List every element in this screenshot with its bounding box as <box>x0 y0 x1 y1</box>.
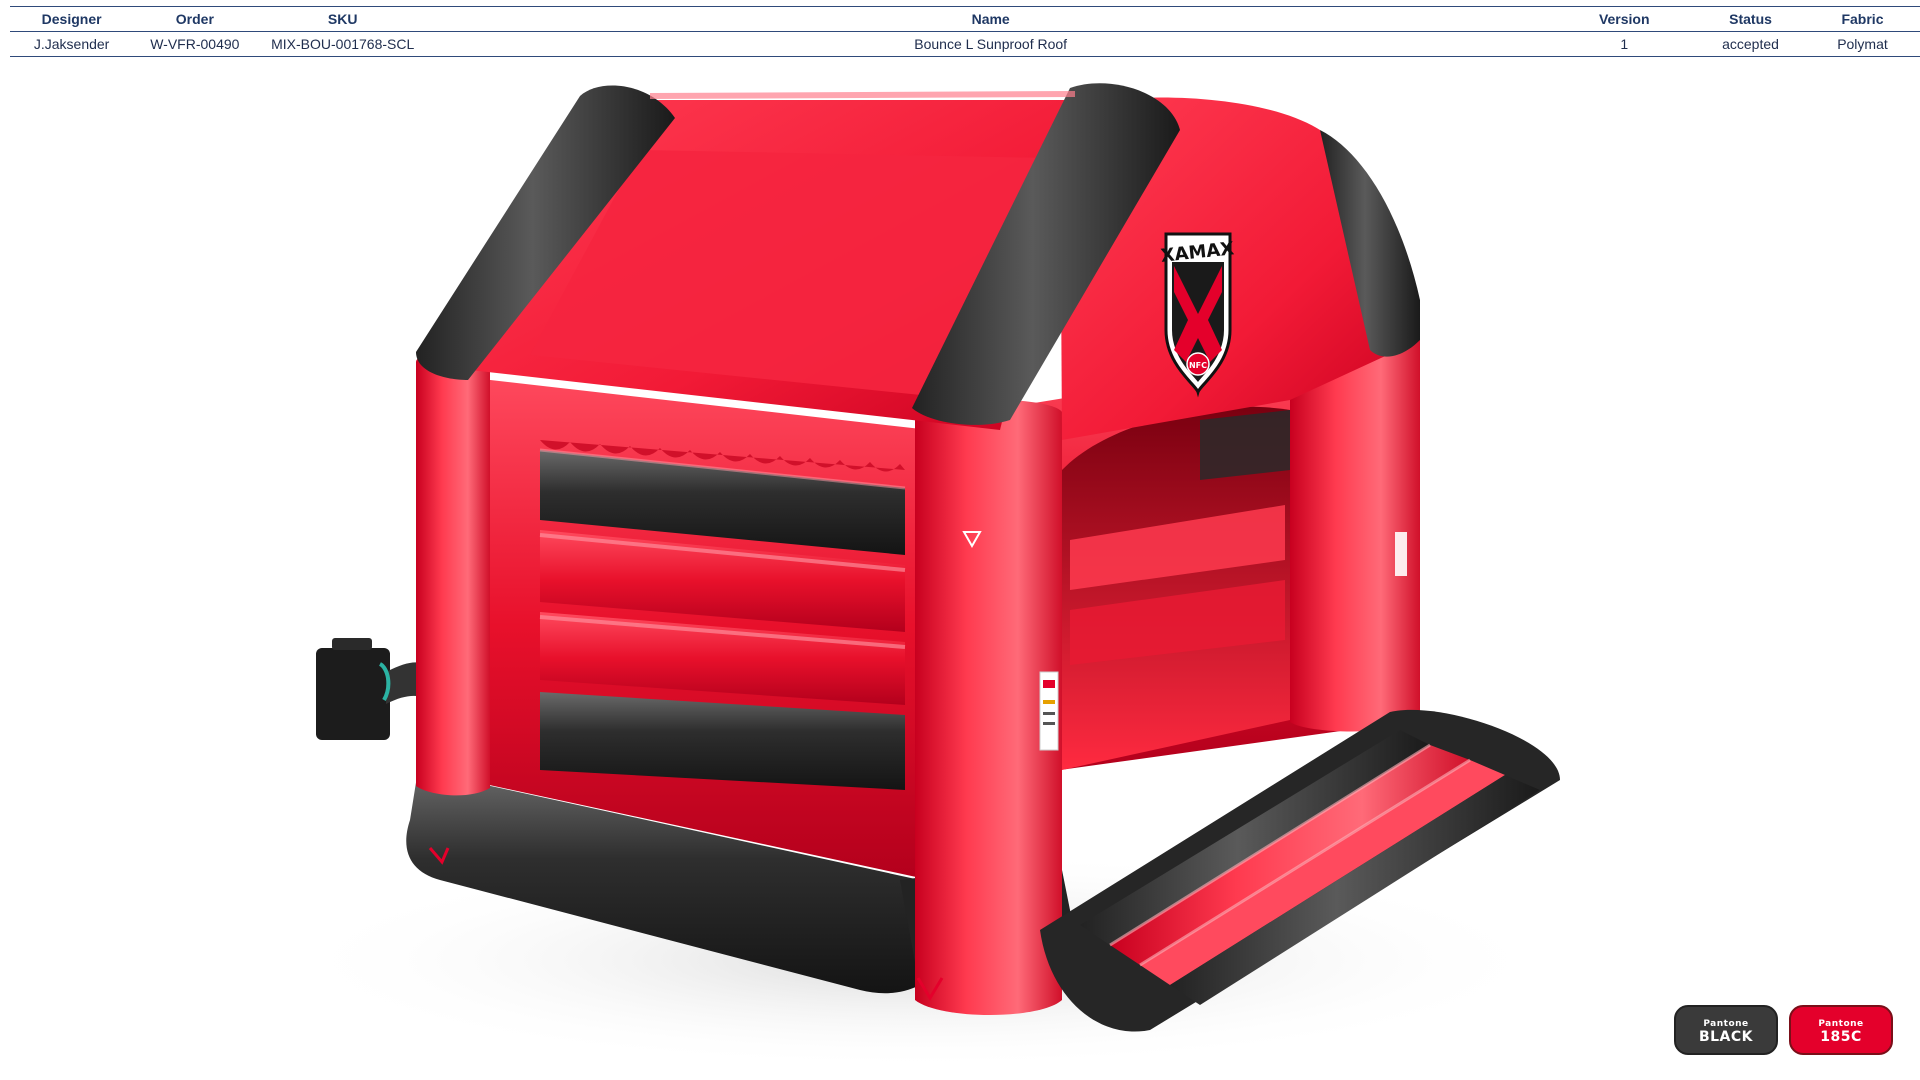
page: Designer Order SKU Name Version Status F… <box>0 0 1920 1080</box>
crest-sub-text: NFC <box>1189 361 1207 370</box>
pantone-185c-swatch: Pantone 185C <box>1789 1005 1893 1055</box>
table-row: J.Jaksender W-VFR-00490 MIX-BOU-001768-S… <box>10 31 1920 57</box>
header-order: Order <box>133 6 257 32</box>
spec-table: Designer Order SKU Name Version Status F… <box>10 6 1920 57</box>
header-name: Name <box>428 6 1553 32</box>
header-version: Version <box>1552 6 1697 32</box>
header-sku: SKU <box>256 6 429 32</box>
cell-version: 1 <box>1552 31 1697 57</box>
pantone-black-code: BLACK <box>1698 1029 1754 1045</box>
roof-ridge <box>649 91 1076 99</box>
side-label <box>1395 532 1407 576</box>
spec-header-row: Designer Order SKU Name Version Status F… <box>10 6 1920 32</box>
left-front-column <box>416 350 490 796</box>
blower-unit <box>316 638 432 740</box>
cell-designer: J.Jaksender <box>10 31 134 57</box>
pantone-black-brand: Pantone <box>1703 1019 1749 1029</box>
header-fabric: Fabric <box>1804 6 1920 32</box>
safety-label <box>1039 671 1059 751</box>
bounce-house-render: XAMAX NFC <box>300 83 1560 1070</box>
cell-sku: MIX-BOU-001768-SCL <box>256 31 429 57</box>
cell-order: W-VFR-00490 <box>133 31 257 57</box>
pantone-185c-brand: Pantone <box>1818 1019 1864 1029</box>
cell-fabric: Polymat <box>1804 31 1920 57</box>
header-status: Status <box>1696 6 1805 32</box>
cell-name: Bounce L Sunproof Roof <box>428 31 1553 57</box>
pantone-black-swatch: Pantone BLACK <box>1674 1005 1778 1055</box>
pantone-185c-code: 185C <box>1820 1029 1862 1045</box>
cell-status: accepted <box>1696 31 1805 57</box>
header-designer: Designer <box>10 6 134 32</box>
